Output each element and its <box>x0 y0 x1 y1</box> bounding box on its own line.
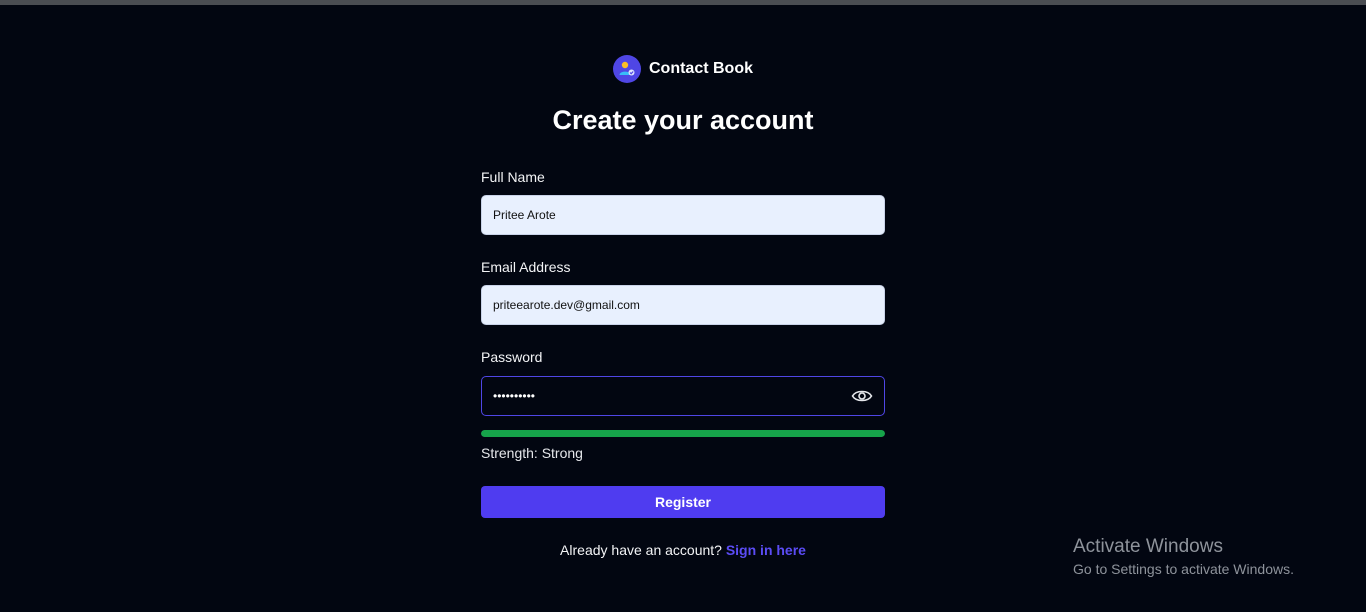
full-name-label: Full Name <box>481 169 545 185</box>
watermark-title: Activate Windows <box>1073 536 1223 557</box>
password-strength-fill <box>481 430 885 437</box>
full-name-input[interactable] <box>481 195 885 235</box>
activate-windows-watermark: Activate Windows Go to Settings to activ… <box>1073 536 1294 577</box>
password-strength-bar <box>481 430 885 437</box>
contact-book-icon <box>613 55 641 83</box>
password-strength-text: Strength: Strong <box>481 445 583 461</box>
password-label: Password <box>481 349 543 365</box>
brand-name: Contact Book <box>649 60 753 77</box>
register-button[interactable]: Register <box>481 486 885 518</box>
page-title: Create your account <box>552 105 814 135</box>
signin-prompt-text: Already have an account? <box>560 542 722 558</box>
signin-link[interactable]: Sign in here <box>726 542 806 558</box>
eye-icon[interactable] <box>850 385 874 407</box>
watermark-subtitle: Go to Settings to activate Windows. <box>1073 561 1294 577</box>
email-label: Email Address <box>481 259 571 275</box>
password-field <box>481 376 885 416</box>
email-input[interactable] <box>481 285 885 325</box>
password-input[interactable] <box>482 377 842 415</box>
brand-header: Contact Book <box>0 55 1366 83</box>
window-top-strip <box>0 0 1366 5</box>
